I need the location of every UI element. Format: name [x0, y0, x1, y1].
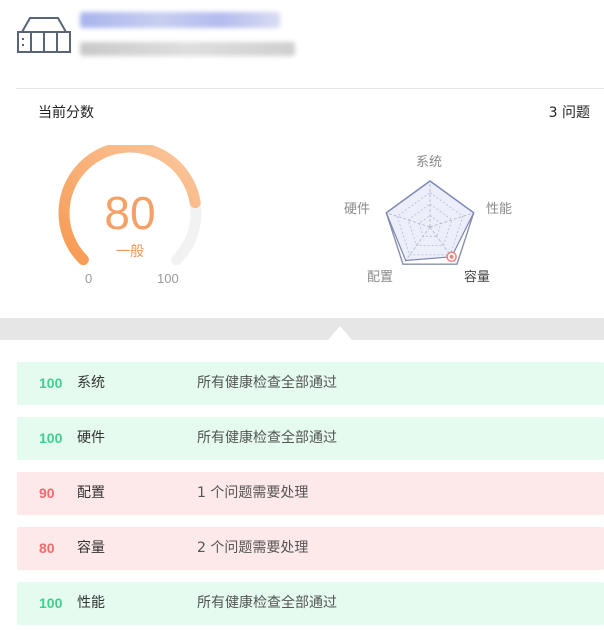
radar-label-capacity: 容量 — [464, 270, 491, 285]
gauge-max-label: 100 — [157, 271, 179, 286]
device-name-redacted — [80, 12, 280, 28]
radar-label-hardware: 硬件 — [344, 202, 371, 217]
score-level: 一般 — [116, 244, 144, 260]
row-category: 容量 — [77, 540, 105, 556]
result-row-performance[interactable]: 100 性能 所有健康检查全部通过 — [17, 582, 604, 625]
header-divider — [16, 88, 604, 89]
row-category: 配置 — [77, 485, 105, 501]
radar-label-system: 系统 — [416, 155, 443, 170]
row-score: 90 — [39, 485, 55, 501]
row-category: 系统 — [77, 375, 105, 391]
row-message: 所有健康检查全部通过 — [197, 430, 337, 446]
current-score-title: 当前分数 — [38, 105, 94, 121]
row-message: 1 个问题需要处理 — [197, 485, 309, 501]
radar-data-area — [385, 180, 475, 262]
score-gauge: 80 一般 0 100 — [50, 145, 210, 295]
server-storage-icon — [17, 17, 71, 53]
row-category: 性能 — [77, 595, 105, 611]
row-score: 100 — [39, 375, 63, 391]
radar-point-highlight-dot — [449, 254, 454, 259]
result-row-hardware[interactable]: 100 硬件 所有健康检查全部通过 — [17, 417, 604, 460]
row-category: 硬件 — [77, 430, 105, 446]
row-message: 2 个问题需要处理 — [197, 540, 309, 556]
result-row-config[interactable]: 90 配置 1 个问题需要处理 — [17, 472, 604, 515]
device-header — [0, 0, 604, 88]
radar-label-config: 配置 — [367, 270, 394, 285]
section-pointer — [328, 326, 352, 340]
score-value: 80 — [104, 187, 156, 239]
issues-count[interactable]: 3 问题 — [549, 102, 590, 122]
gauge-min-label: 0 — [85, 271, 93, 286]
row-score: 100 — [39, 595, 63, 611]
row-message: 所有健康检查全部通过 — [197, 375, 337, 391]
row-score: 100 — [39, 430, 63, 446]
radar-label-performance: 性能 — [486, 202, 513, 217]
device-info-redacted — [80, 42, 295, 56]
section-divider-band — [0, 318, 604, 340]
result-row-system[interactable]: 100 系统 所有健康检查全部通过 — [17, 362, 604, 405]
row-message: 所有健康检查全部通过 — [197, 595, 337, 611]
category-radar-chart: 系统 性能 容量 配置 硬件 — [330, 145, 530, 295]
result-row-capacity[interactable]: 80 容量 2 个问题需要处理 — [17, 527, 604, 570]
row-score: 80 — [39, 540, 55, 556]
